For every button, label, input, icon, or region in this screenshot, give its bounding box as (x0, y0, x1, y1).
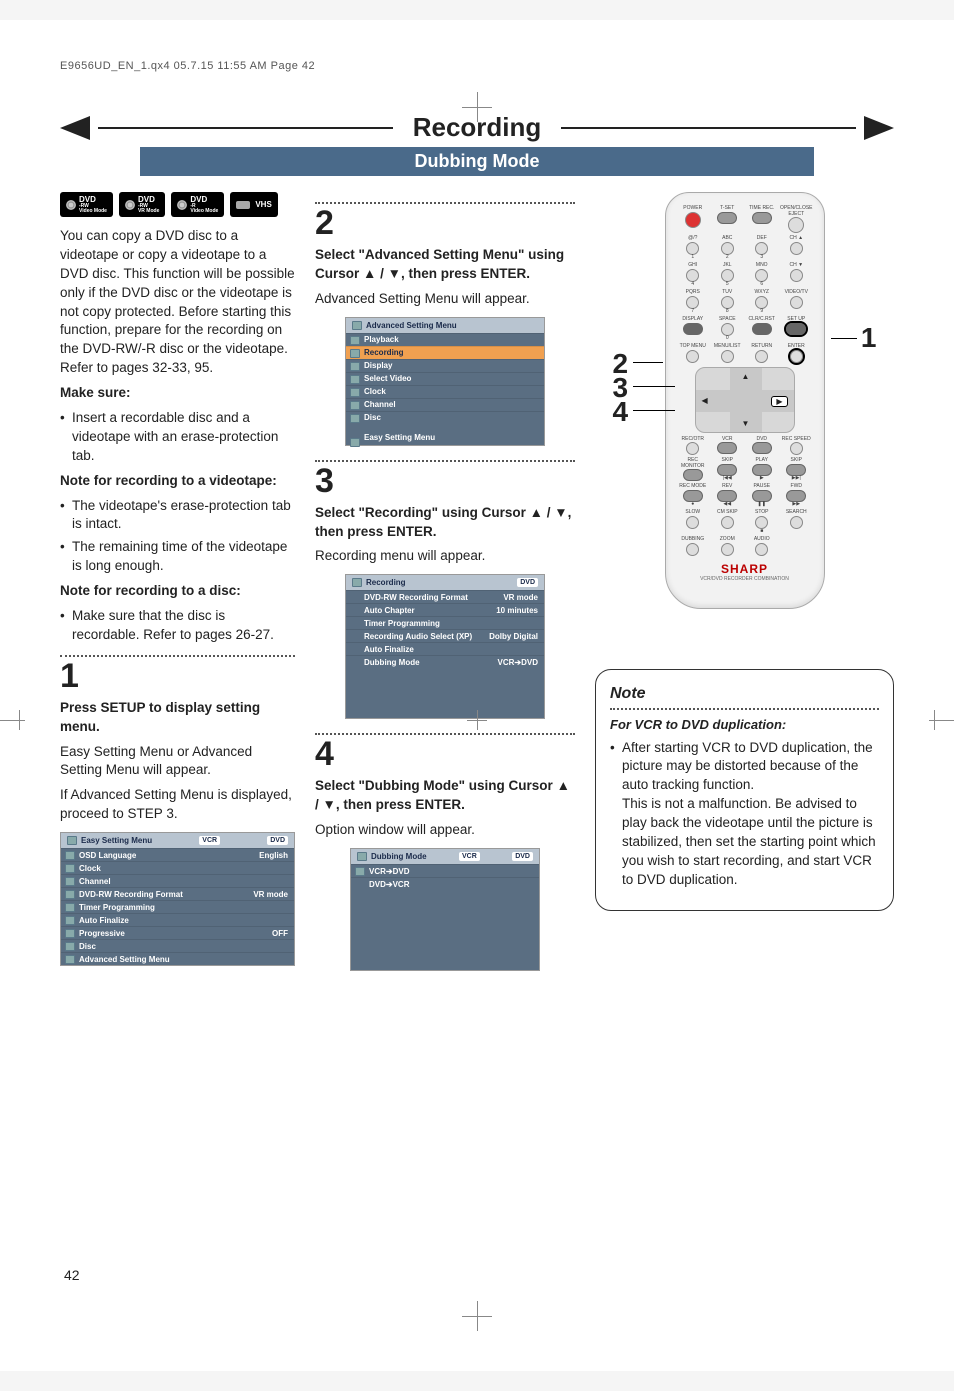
eject-button-icon (788, 217, 804, 233)
dvd-rw-video-badge: DVD-RWVideo Mode (60, 192, 113, 217)
vhs-badge: VHS (230, 192, 277, 217)
note-disc-list: Make sure that the disc is recordable. R… (60, 607, 295, 645)
cursor-down-icon: ▼ (742, 419, 750, 428)
cursor-pad: ▲ ▼ ◀ ▶ (695, 367, 795, 433)
make-sure-heading: Make sure: (60, 384, 295, 403)
dubbing-mode-menu: Dubbing Mode VCR DVD VCR➔DVD DVD➔VCR (350, 848, 540, 971)
clear-button-icon (752, 323, 772, 335)
media-badges: DVD-RWVideo Mode DVD-RWVR Mode DVD-RVide… (60, 192, 295, 217)
arrow-right-icon (864, 116, 894, 140)
step-1-number: 1 (60, 659, 295, 693)
step-3-body: Recording menu will appear. (315, 547, 575, 566)
note-title: Note (610, 682, 879, 705)
middle-column: 2 Select "Advanced Setting Menu" using C… (315, 192, 575, 985)
divider (315, 460, 575, 462)
menu-title: Advanced Setting Menu (366, 321, 457, 330)
setup-button-icon (786, 323, 806, 335)
vcr-badge: VCR (199, 836, 220, 845)
display-button-icon (683, 323, 703, 335)
tset-button-icon (717, 212, 737, 224)
dvd-badge: DVD (267, 836, 288, 845)
cursor-left-icon: ◀ (702, 396, 708, 405)
brand-label: SHARP (676, 562, 814, 576)
cursor-up-icon: ▲ (742, 372, 750, 381)
section-subtitle: Dubbing Mode (140, 147, 814, 176)
step-4-instruction: Select "Dubbing Mode" using Cursor ▲ / ▼… (315, 777, 575, 815)
right-column: 1 2 3 4 POWER T-SET TIME REC. OPEN/CLOSE… (595, 192, 894, 985)
step-4-number: 4 (315, 737, 575, 771)
divider (315, 733, 575, 735)
step-2-instruction: Select "Advanced Setting Menu" using Cur… (315, 246, 575, 284)
step-2-body: Advanced Setting Menu will appear. (315, 290, 575, 309)
power-button-icon (685, 212, 701, 228)
make-sure-list: Insert a recordable disc and a videotape… (60, 409, 295, 466)
note-videotape-heading: Note for recording to a videotape: (60, 472, 295, 491)
divider (60, 655, 295, 657)
note-videotape-list: The videotape's erase-protection tab is … (60, 497, 295, 577)
page-number: 42 (64, 1267, 80, 1283)
page: E9656UD_EN_1.qx4 05.7.15 11:55 AM Page 4… (0, 20, 954, 1371)
note-disc-heading: Note for recording to a disc: (60, 582, 295, 601)
timerec-button-icon (752, 212, 772, 224)
dvd-rw-vr-badge: DVD-RWVR Mode (119, 192, 165, 217)
file-header: E9656UD_EN_1.qx4 05.7.15 11:55 AM Page 4… (60, 60, 894, 72)
left-column: DVD-RWVideo Mode DVD-RWVR Mode DVD-RVide… (60, 192, 295, 985)
step-3-instruction: Select "Recording" using Cursor ▲ / ▼, t… (315, 504, 575, 542)
menu-title: Recording (366, 578, 406, 587)
advanced-setting-menu: Advanced Setting Menu Playback Recording… (345, 317, 545, 446)
recording-menu: Recording DVD DVD-RW Recording FormatVR … (345, 574, 545, 719)
brand-sub-label: VCR/DVD RECORDER COMBINATION (676, 576, 814, 582)
step-4-body: Option window will appear. (315, 821, 575, 840)
dvd-badge: DVD (517, 578, 538, 587)
step-1-body-1: Easy Setting Menu or Advanced Setting Me… (60, 743, 295, 781)
menu-title: Easy Setting Menu (81, 836, 152, 845)
note-body: After starting VCR to DVD duplication, t… (622, 739, 879, 890)
intro-paragraph: You can copy a DVD disc to a videotape o… (60, 227, 295, 378)
callout-1: 1 (861, 322, 877, 354)
step-2-number: 2 (315, 206, 575, 240)
remote-illustration: 1 2 3 4 POWER T-SET TIME REC. OPEN/CLOSE… (635, 192, 855, 609)
crop-mark-bottom (462, 1301, 492, 1331)
menu-icon (352, 321, 362, 330)
callout-4: 4 (613, 396, 629, 428)
menu-title: Dubbing Mode (371, 852, 427, 861)
step-1-body-2: If Advanced Setting Menu is displayed, p… (60, 786, 295, 824)
crop-mark-mid (0, 710, 954, 730)
enter-button-icon (790, 350, 803, 363)
menu-icon (352, 578, 362, 587)
cursor-right-play-icon: ▶ (771, 396, 787, 407)
crop-mark-top (462, 92, 492, 122)
easy-setting-menu: Easy Setting Menu VCR DVD OSD LanguageEn… (60, 832, 295, 966)
note-box: Note For VCR to DVD duplication: After s… (595, 669, 894, 911)
menu-icon (357, 852, 367, 861)
vcr-badge: VCR (459, 852, 480, 861)
step-3-number: 3 (315, 464, 575, 498)
dvd-badge: DVD (512, 852, 533, 861)
divider (315, 202, 575, 204)
remote-control: POWER T-SET TIME REC. OPEN/CLOSE EJECT @… (665, 192, 825, 609)
dvd-r-video-badge: DVD-RVideo Mode (171, 192, 224, 217)
arrow-left-icon (60, 116, 90, 140)
menu-icon (67, 836, 77, 845)
